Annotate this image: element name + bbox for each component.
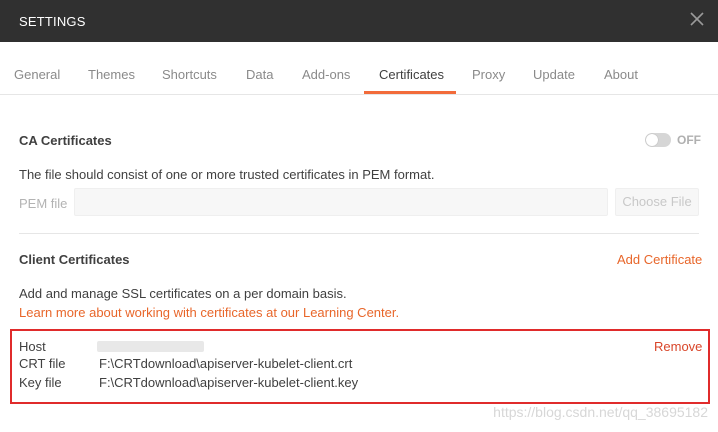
key-file-value: F:\CRTdownload\apiserver-kubelet-client.… [99,375,359,390]
add-certificate-button[interactable]: Add Certificate [617,252,702,267]
ca-certificates-toggle[interactable] [645,133,671,147]
tab-add-ons[interactable]: Add-ons [302,67,350,82]
active-tab-indicator [364,91,456,94]
window-title: SETTINGS [19,14,86,29]
settings-tabs: General Themes Shortcuts Data Add-ons Ce… [0,42,718,95]
close-icon[interactable] [688,10,706,28]
toggle-knob [646,134,658,146]
title-bar: SETTINGS [0,0,718,43]
tab-data[interactable]: Data [246,67,273,82]
watermark: https://blog.csdn.net/qq_38695182 [493,404,708,420]
tab-shortcuts[interactable]: Shortcuts [162,67,217,82]
tab-general[interactable]: General [14,67,60,82]
ca-description: The file should consist of one or more t… [19,167,435,182]
crt-file-label: CRT file [19,356,66,371]
tab-themes[interactable]: Themes [88,67,135,82]
choose-file-button[interactable]: Choose File [615,188,699,216]
key-file-label: Key file [19,375,62,390]
client-description: Add and manage SSL certificates on a per… [19,286,347,301]
pem-file-input[interactable] [74,188,608,216]
redacted-host [97,341,204,352]
remove-certificate-button[interactable]: Remove [654,339,702,354]
client-certificates-heading: Client Certificates [19,252,130,267]
learning-center-link[interactable]: Learn more about working with certificat… [19,305,399,320]
crt-file-value: F:\CRTdownload\apiserver-kubelet-client.… [99,356,353,371]
host-label: Host [19,339,46,354]
section-divider [19,233,699,234]
ca-toggle-label: OFF [677,133,701,147]
tab-certificates[interactable]: Certificates [379,67,444,82]
ca-certificates-heading: CA Certificates [19,133,112,148]
tab-about[interactable]: About [604,67,638,82]
tab-proxy[interactable]: Proxy [472,67,505,82]
pem-file-label: PEM file [19,196,68,211]
tab-update[interactable]: Update [533,67,575,82]
